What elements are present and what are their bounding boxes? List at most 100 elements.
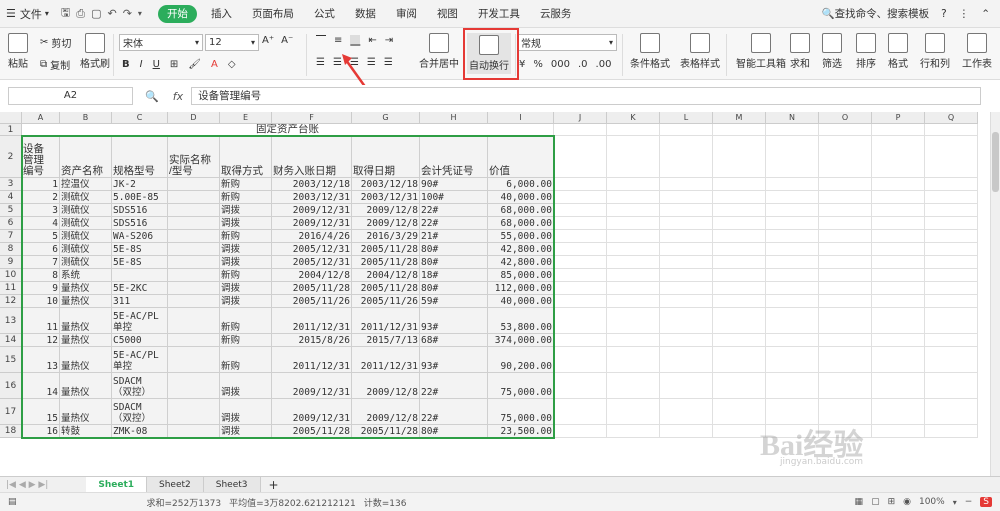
table-cell[interactable] [660,204,713,217]
table-cell[interactable]: 2009/12/8 [352,204,420,217]
table-cell[interactable] [713,124,766,136]
table-cell[interactable]: 调拨 [220,204,272,217]
table-cell[interactable] [713,256,766,269]
table-cell[interactable] [607,204,660,217]
table-cell[interactable]: 6 [22,243,60,256]
table-cell[interactable]: 调拨 [220,256,272,269]
table-cell[interactable]: 22# [420,399,488,425]
border-icon[interactable]: ⊞ [170,59,178,70]
select-all-corner[interactable] [0,112,22,124]
table-cell[interactable] [925,282,978,295]
table-cell[interactable]: 测硫仪 [60,204,112,217]
merge-center-button[interactable]: 合并居中 [419,33,459,70]
zoom-level[interactable]: 100% [919,497,945,507]
table-cell[interactable] [925,256,978,269]
column-header-cell[interactable]: 会计凭证号 [420,136,488,178]
decrease-decimal-icon[interactable]: .00 [596,59,612,70]
table-cell[interactable] [872,399,925,425]
table-cell[interactable] [607,308,660,334]
table-cell[interactable]: 2009/12/31 [272,373,352,399]
table-cell[interactable]: 6,000.00 [488,178,554,191]
table-cell[interactable] [607,191,660,204]
table-cell[interactable] [660,243,713,256]
table-cell[interactable]: 22# [420,373,488,399]
table-cell[interactable]: 22# [420,204,488,217]
table-cell[interactable]: 5E-AC/PL 单控 [112,308,168,334]
table-cell[interactable] [766,124,819,136]
table-cell[interactable] [607,269,660,282]
font-color-icon[interactable]: A [211,59,218,70]
table-cell[interactable]: 9 [22,282,60,295]
table-cell[interactable]: 2005/11/28 [272,425,352,438]
table-cell[interactable] [607,178,660,191]
table-cell[interactable] [713,347,766,373]
row-header[interactable]: 4 [0,191,22,204]
table-cell[interactable] [713,334,766,347]
table-cell[interactable] [766,373,819,399]
table-cell[interactable]: 80# [420,256,488,269]
decrease-indent-icon[interactable]: ⇤ [368,35,376,46]
table-cell[interactable]: SDS516 [112,217,168,230]
fx-icon[interactable]: fx [173,90,183,103]
row-header[interactable]: 8 [0,243,22,256]
table-cell[interactable] [872,230,925,243]
row-header[interactable]: 12 [0,295,22,308]
table-cell[interactable] [766,136,819,178]
distribute-icon[interactable]: ☰ [384,57,393,68]
table-cell[interactable]: 2009/12/8 [352,399,420,425]
table-cell[interactable]: 5E-8S [112,256,168,269]
table-cell[interactable] [168,308,220,334]
column-header[interactable]: A [22,112,60,124]
table-cell[interactable]: 7 [22,256,60,269]
table-cell[interactable] [766,308,819,334]
table-cell[interactable]: 68,000.00 [488,204,554,217]
table-cell[interactable] [925,204,978,217]
table-cell[interactable] [660,269,713,282]
column-header[interactable]: H [420,112,488,124]
table-cell[interactable]: 2011/12/31 [352,347,420,373]
table-cell[interactable] [112,269,168,282]
column-header-cell[interactable]: 取得日期 [352,136,420,178]
table-cell[interactable]: 42,800.00 [488,256,554,269]
table-cell[interactable] [607,334,660,347]
reading-mode-icon[interactable]: ◉ [903,497,911,507]
column-header-cell[interactable]: 设备 管理 编号 [22,136,60,178]
table-cell[interactable] [872,204,925,217]
table-cell[interactable]: 18# [420,269,488,282]
table-cell[interactable]: 80# [420,282,488,295]
table-cell[interactable] [819,217,872,230]
table-cell[interactable] [554,282,607,295]
table-cell[interactable] [925,399,978,425]
table-cell[interactable] [660,178,713,191]
filter-button[interactable]: 筛选 [822,33,842,70]
tab-8[interactable]: 云服务 [530,0,582,28]
table-cell[interactable] [554,373,607,399]
table-cell[interactable]: 55,000.00 [488,230,554,243]
increase-indent-icon[interactable]: ⇥ [385,35,393,46]
zoom-formula-icon[interactable]: 🔍 [145,90,159,103]
normal-view-icon[interactable]: ▦ [855,497,864,507]
table-cell[interactable]: 85,000.00 [488,269,554,282]
table-cell[interactable] [607,282,660,295]
thousands-icon[interactable]: 000 [551,59,570,70]
table-cell[interactable]: 5.00E-85 [112,191,168,204]
table-cell[interactable]: 测硫仪 [60,217,112,230]
table-cell[interactable]: 量热仪 [60,334,112,347]
conditional-format-button[interactable]: 条件格式 [630,33,670,70]
table-cell[interactable]: 80# [420,425,488,438]
table-cell[interactable]: 93# [420,308,488,334]
table-cell[interactable]: 2011/12/31 [272,347,352,373]
table-cell[interactable] [168,204,220,217]
table-cell[interactable] [925,373,978,399]
table-cell[interactable] [554,295,607,308]
table-cell[interactable] [554,347,607,373]
row-header[interactable]: 15 [0,347,22,373]
table-cell[interactable] [819,230,872,243]
table-cell[interactable]: 112,000.00 [488,282,554,295]
table-cell[interactable]: 2005/11/28 [352,282,420,295]
table-cell[interactable]: 93# [420,347,488,373]
table-cell[interactable] [925,230,978,243]
table-cell[interactable]: 量热仪 [60,373,112,399]
table-cell[interactable] [660,282,713,295]
table-cell[interactable] [713,230,766,243]
